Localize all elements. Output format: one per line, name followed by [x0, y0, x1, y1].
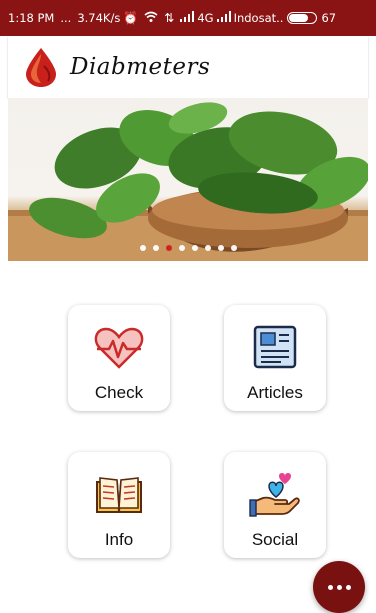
carousel-indicators[interactable] [8, 245, 368, 251]
wifi-icon [144, 11, 158, 26]
more-dots-icon [327, 584, 351, 590]
articles-tile[interactable]: Articles [224, 305, 326, 411]
carousel-dot[interactable] [191, 245, 198, 251]
status-network: 4G [197, 11, 214, 25]
social-tile[interactable]: Social [224, 452, 326, 558]
check-tile[interactable]: Check [68, 305, 170, 411]
status-time: 1:18 PM [8, 11, 55, 25]
carousel-dot[interactable] [139, 245, 146, 251]
carousel-dot[interactable] [152, 245, 159, 251]
status-speed: 3.74K/s [77, 11, 121, 25]
info-tile[interactable]: Info [68, 452, 170, 558]
status-ellipsis: ... [60, 11, 72, 25]
app-bar: Diabmeters [8, 36, 368, 98]
alarm-icon: ⏰ [123, 11, 139, 25]
carousel-dot[interactable] [204, 245, 211, 251]
battery-icon [287, 12, 318, 24]
spinach-bowl-image [8, 102, 368, 261]
social-label: Social [251, 530, 299, 549]
signal-icon-2 [216, 11, 231, 25]
info-label: Info [104, 530, 134, 549]
open-book-icon [96, 477, 142, 513]
newspaper-icon [253, 325, 297, 369]
status-carrier: Indosat.. [233, 11, 284, 25]
banner-carousel[interactable] [8, 98, 368, 261]
carousel-dot[interactable] [217, 245, 224, 251]
hand-heart-icon [249, 473, 300, 517]
data-arrows-icon: ⇅ [164, 11, 175, 25]
carousel-dot[interactable] [165, 245, 172, 251]
articles-label: Articles [247, 383, 303, 402]
more-fab-button[interactable] [313, 561, 365, 613]
battery-level: 67 [321, 11, 337, 25]
carousel-dot[interactable] [178, 245, 185, 251]
check-label: Check [94, 383, 144, 402]
heart-pulse-icon [94, 327, 144, 369]
carousel-dot[interactable] [230, 245, 237, 251]
signal-icon [180, 11, 195, 25]
app-title: Diabmeters [70, 54, 211, 80]
blood-drop-logo-icon [26, 48, 56, 87]
status-bar: 1:18 PM ... 3.74K/s ⏰ ⇅ 4G Indosat.. 67 [0, 0, 376, 36]
